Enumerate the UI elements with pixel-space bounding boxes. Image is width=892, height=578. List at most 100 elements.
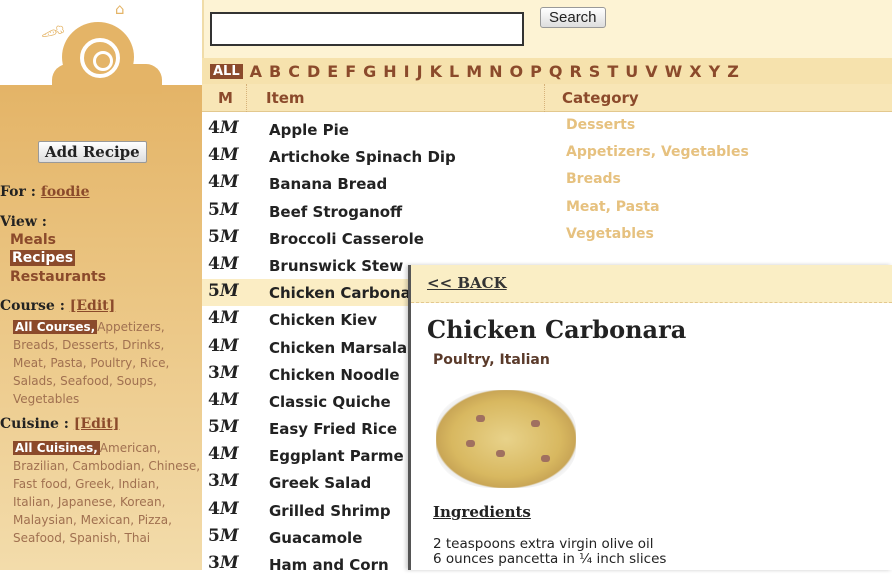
letter-s[interactable]: S [589,62,601,81]
item-name[interactable]: Greek Salad [269,474,371,492]
item-name[interactable]: Broccoli Casserole [269,230,424,248]
meal-rating: 3M [208,363,239,383]
item-name[interactable]: Easy Fried Rice [269,420,397,438]
rating-number: 5 [208,417,220,438]
item-name[interactable]: Brunswick Stew [269,257,403,275]
m-icon: M [219,308,239,329]
meal-rating: 4M [208,118,239,138]
all-courses[interactable]: All Courses, [13,320,98,334]
letter-v[interactable]: V [645,62,657,81]
item-name[interactable]: Chicken Noodle [269,366,400,384]
meal-rating: 3M [208,553,239,573]
table-row[interactable]: 4M Artichoke Spinach Dip Appetizers, Veget… [202,143,892,170]
meal-rating: 4M [208,172,239,192]
letter-o[interactable]: O [510,62,524,81]
item-name[interactable]: Grilled Shrimp [269,502,391,520]
item-name[interactable]: Ham and Corn [269,556,389,574]
letter-p[interactable]: P [530,62,542,81]
item-category: Appetizers, Vegetables [566,144,749,161]
rating-number: 3 [208,362,220,383]
letter-l[interactable]: L [449,62,459,81]
item-name[interactable]: Eggplant Parme [269,447,404,465]
letter-h[interactable]: H [383,62,396,81]
item-category: Vegetables [566,225,654,242]
letter-r[interactable]: R [569,62,581,81]
item-name[interactable]: Artichoke Spinach Dip [269,148,456,166]
letter-i[interactable]: I [404,62,410,81]
letter-b[interactable]: B [269,62,281,81]
m-icon: M [219,417,239,438]
letter-g[interactable]: G [363,62,376,81]
header-item[interactable]: Item [266,89,305,107]
view-restaurants[interactable]: Restaurants [10,269,106,285]
letter-n[interactable]: N [489,62,502,81]
course-text: Course : [0,298,65,314]
letter-k[interactable]: K [430,62,442,81]
item-category: Meat, Pasta [566,198,660,215]
item-name[interactable]: Guacamole [269,529,362,547]
item-name[interactable]: Banana Bread [269,175,387,193]
all-cuisines[interactable]: All Cuisines, [13,441,100,455]
letter-d[interactable]: D [307,62,320,81]
letter-z[interactable]: Z [727,62,739,81]
letter-f[interactable]: F [345,62,356,81]
letter-x[interactable]: X [689,62,701,81]
course-edit-link[interactable]: [Edit] [70,298,116,314]
header-category[interactable]: Category [562,89,639,107]
search-input[interactable] [210,12,524,46]
table-row[interactable]: 5M Broccoli Casserole Vegetables [202,225,892,252]
rating-number: 5 [208,199,220,220]
letter-all[interactable]: ALL [210,63,243,79]
basket-icon: ⌂ [115,0,125,18]
user-link[interactable]: foodie [41,184,90,200]
table-header: M Item Category [202,84,892,112]
item-name[interactable]: Classic Quiche [269,393,391,411]
for-text: For : [0,184,36,200]
letter-a[interactable]: A [250,62,262,81]
rating-number: 3 [208,553,220,573]
search-button[interactable]: Search [540,7,606,28]
m-icon: M [219,199,239,220]
header-m[interactable]: M [218,89,233,107]
letter-e[interactable]: E [327,62,338,81]
rating-number: 5 [208,226,220,247]
letter-y[interactable]: Y [709,62,721,81]
recipe-photo [436,390,576,488]
m-icon: M [219,525,239,546]
rating-number: 4 [208,335,220,356]
m-icon: M [219,145,239,166]
rating-number: 4 [208,172,220,193]
view-meals[interactable]: Meals [10,232,56,248]
ingredient: 2 teaspoons extra virgin olive oil [433,536,654,552]
meal-rating: 5M [208,417,239,437]
letter-c[interactable]: C [288,62,300,81]
table-row[interactable]: 5M Beef Stroganoff Meat, Pasta [202,198,892,225]
m-icon: M [219,444,239,465]
ingredient: 6 ounces pancetta in ¼ inch slices [433,551,667,567]
letter-m[interactable]: M [466,62,482,81]
letter-j[interactable]: J [417,62,423,81]
letter-q[interactable]: Q [549,62,563,81]
item-name[interactable]: Chicken Kiev [269,311,377,329]
meal-rating: 4M [208,499,239,519]
for-label: For : foodie [0,184,90,200]
view-recipes[interactable]: Recipes [10,250,76,266]
item-name[interactable]: Chicken Carbonara [269,284,428,302]
item-name[interactable]: Beef Stroganoff [269,203,402,221]
course-filters: All Courses, Appetizers, Breads, Desserts… [13,318,201,408]
back-link[interactable]: << BACK [427,274,507,292]
cuisine-edit-link[interactable]: [Edit] [74,416,120,432]
item-name[interactable]: Apple Pie [269,121,349,139]
table-row[interactable]: 4M Banana Bread Breads [202,170,892,197]
letter-t[interactable]: T [607,62,618,81]
divider [544,84,545,112]
add-recipe-button[interactable]: Add Recipe [38,141,147,163]
item-name[interactable]: Chicken Marsala [269,339,407,357]
table-row[interactable]: 4M Apple Pie Desserts [202,116,892,143]
letter-u[interactable]: U [625,62,638,81]
meal-rating: 4M [208,308,239,328]
item-category: Desserts [566,117,636,133]
letter-w[interactable]: W [665,62,683,81]
back-bar: << BACK [411,265,892,303]
cuisine-options[interactable]: American, Brazilian, Cambodian, Chinese,… [13,441,200,545]
